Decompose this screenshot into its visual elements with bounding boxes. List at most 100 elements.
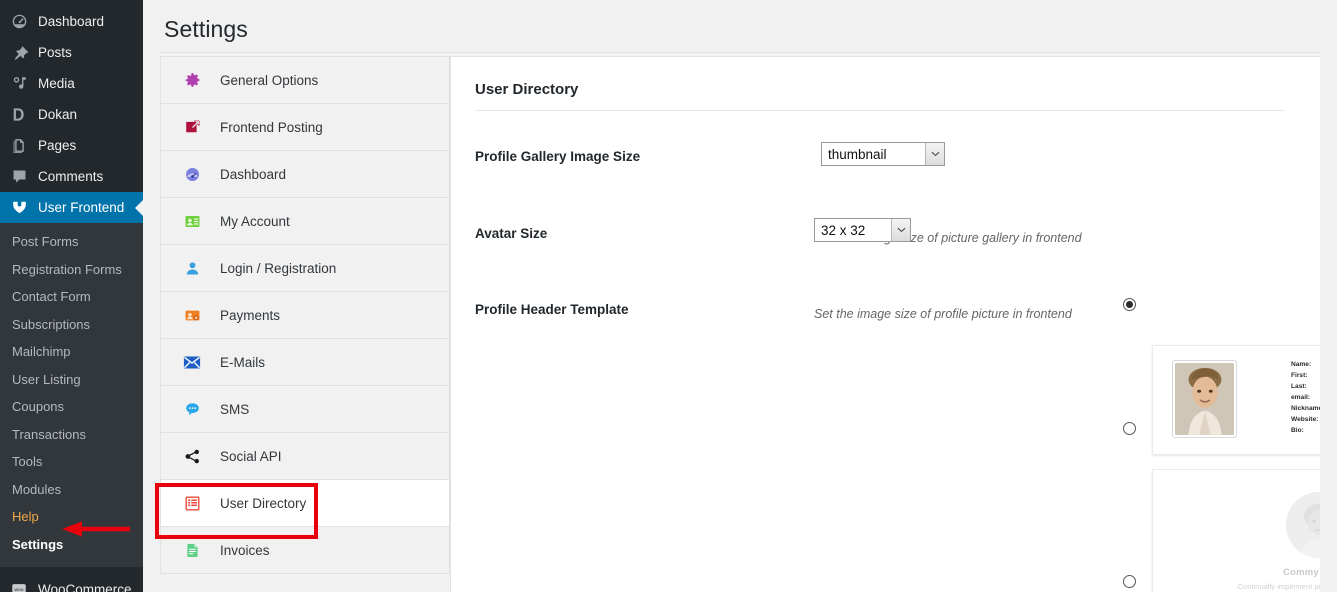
tab-social-api[interactable]: Social API — [161, 433, 449, 480]
settings-tab-list: General Options Frontend Posting Dashboa… — [160, 56, 450, 574]
pages-icon — [9, 136, 29, 156]
sidebar-top-menu: Dashboard Posts Media Dokan Pages Commen… — [0, 0, 143, 223]
sidebar-item-dashboard[interactable]: Dashboard — [0, 6, 143, 37]
sidebar-item-label: Posts — [38, 44, 72, 60]
tab-login-registration[interactable]: Login / Registration — [161, 245, 449, 292]
avatar-size-description: Set the image size of profile picture in… — [814, 307, 1072, 321]
tab-label: Invoices — [220, 542, 270, 558]
tab-label: Login / Registration — [220, 260, 337, 276]
sidebar-item-label: WooCommerce — [38, 582, 132, 592]
select-value: thumbnail — [828, 146, 887, 162]
profile-gallery-image-size-select[interactable]: thumbnail — [821, 142, 945, 166]
submenu-item-mailchimp[interactable]: Mailchimp — [0, 338, 143, 366]
sidebar-item-media[interactable]: Media — [0, 68, 143, 99]
user-frontend-icon — [9, 198, 29, 218]
svg-text:woo: woo — [15, 588, 24, 592]
profile-photo — [1172, 360, 1237, 438]
list-icon — [181, 493, 203, 513]
sidebar-item-dokan[interactable]: Dokan — [0, 99, 143, 130]
header-divider — [160, 52, 1320, 53]
tab-dashboard[interactable]: Dashboard — [161, 151, 449, 198]
row-key: Bio: — [1291, 427, 1304, 434]
avatar-size-select[interactable]: 32 x 32 — [814, 218, 911, 242]
tab-invoices[interactable]: Invoices — [161, 527, 449, 574]
invoice-icon — [181, 540, 203, 560]
submenu-item-tools[interactable]: Tools — [0, 448, 143, 476]
submenu-item-subscriptions[interactable]: Subscriptions — [0, 311, 143, 339]
submenu-item-user-listing[interactable]: User Listing — [0, 366, 143, 394]
sidebar-item-label: Pages — [38, 137, 77, 153]
tab-sms[interactable]: SMS — [161, 386, 449, 433]
sidebar-item-label: User Frontend — [38, 199, 125, 215]
avatar-size-label: Avatar Size — [475, 226, 548, 241]
speech-bubble-icon — [181, 399, 203, 419]
profile-header-template-radio-3[interactable] — [1123, 575, 1136, 588]
profile-header-template-radio-1[interactable] — [1123, 298, 1136, 311]
sidebar-item-pages[interactable]: Pages — [0, 130, 143, 161]
tab-frontend-posting[interactable]: Frontend Posting — [161, 104, 449, 151]
submenu-item-transactions[interactable]: Transactions — [0, 421, 143, 449]
row-key: Name: — [1291, 361, 1312, 368]
tab-label: Payments — [220, 307, 281, 323]
tab-label: My Account — [220, 213, 290, 229]
sidebar-item-label: Dokan — [38, 106, 78, 122]
profile-header-template-card-2[interactable]: Commy Moring Continually implement progr… — [1152, 469, 1320, 592]
sidebar-bottom-menu: woo WooCommerce — [0, 567, 143, 592]
sidebar-item-label: Dashboard — [38, 13, 105, 29]
chevron-down-icon — [891, 219, 910, 241]
submenu-item-registration-forms[interactable]: Registration Forms — [0, 256, 143, 284]
user-directory-settings-panel: User Directory Profile Gallery Image Siz… — [450, 56, 1320, 592]
tab-label: General Options — [220, 72, 319, 88]
share-icon — [181, 446, 203, 466]
pencil-square-icon — [181, 117, 203, 137]
sidebar-item-user-frontend[interactable]: User Frontend — [0, 192, 143, 223]
row-key: email: — [1291, 394, 1311, 401]
profile-gallery-image-size-label: Profile Gallery Image Size — [475, 149, 641, 164]
tab-label: E-Mails — [220, 354, 266, 370]
user-icon — [181, 258, 203, 278]
sidebar-item-comments[interactable]: Comments — [0, 161, 143, 192]
sidebar-item-posts[interactable]: Posts — [0, 37, 143, 68]
gear-icon — [181, 70, 203, 90]
dokan-icon — [9, 105, 29, 125]
profile-header-template-card-1[interactable]: Name: admin First: John Last: Doe email:… — [1152, 345, 1320, 455]
tab-label: Social API — [220, 448, 282, 464]
tab-general-options[interactable]: General Options — [161, 57, 449, 104]
panel-heading: User Directory — [475, 81, 579, 98]
payments-icon — [181, 305, 203, 325]
submenu-item-modules[interactable]: Modules — [0, 476, 143, 504]
tab-user-directory[interactable]: User Directory — [161, 480, 449, 527]
row-key: Nickname: — [1291, 405, 1320, 412]
id-card-icon — [181, 211, 203, 231]
row-key: Website: — [1291, 416, 1319, 423]
annotation-arrow — [62, 521, 130, 537]
profile-name: Commy Moring — [1283, 566, 1320, 577]
profile-header-template-radio-2[interactable] — [1123, 422, 1136, 435]
profile-header-template-label: Profile Header Template — [475, 302, 629, 317]
sidebar-item-woocommerce[interactable]: woo WooCommerce — [0, 575, 143, 592]
envelope-icon — [181, 352, 203, 372]
page-title: Settings — [164, 16, 248, 42]
row-key: Last: — [1291, 383, 1307, 390]
tab-label: SMS — [220, 401, 250, 417]
tab-label: Frontend Posting — [220, 119, 323, 135]
media-icon — [9, 74, 29, 94]
tab-payments[interactable]: Payments — [161, 292, 449, 339]
chevron-down-icon — [925, 143, 944, 165]
comments-icon — [9, 167, 29, 187]
submenu-item-contact-form[interactable]: Contact Form — [0, 283, 143, 311]
tab-my-account[interactable]: My Account — [161, 198, 449, 245]
tab-e-mails[interactable]: E-Mails — [161, 339, 449, 386]
tab-label: Dashboard — [220, 166, 287, 182]
content-area: Settings General Options Frontend Postin… — [143, 0, 1337, 592]
wordpress-admin-screen: Dashboard Posts Media Dokan Pages Commen… — [0, 0, 1337, 592]
tab-label: User Directory — [220, 495, 307, 511]
admin-sidebar: Dashboard Posts Media Dokan Pages Commen… — [0, 0, 143, 592]
gauge-icon — [181, 164, 203, 184]
submenu-item-post-forms[interactable]: Post Forms — [0, 228, 143, 256]
row-key: First: — [1291, 372, 1308, 379]
panel-divider — [475, 110, 1285, 111]
pin-icon — [9, 43, 29, 63]
sidebar-submenu-user-frontend: Post Forms Registration Forms Contact Fo… — [0, 223, 143, 567]
submenu-item-coupons[interactable]: Coupons — [0, 393, 143, 421]
